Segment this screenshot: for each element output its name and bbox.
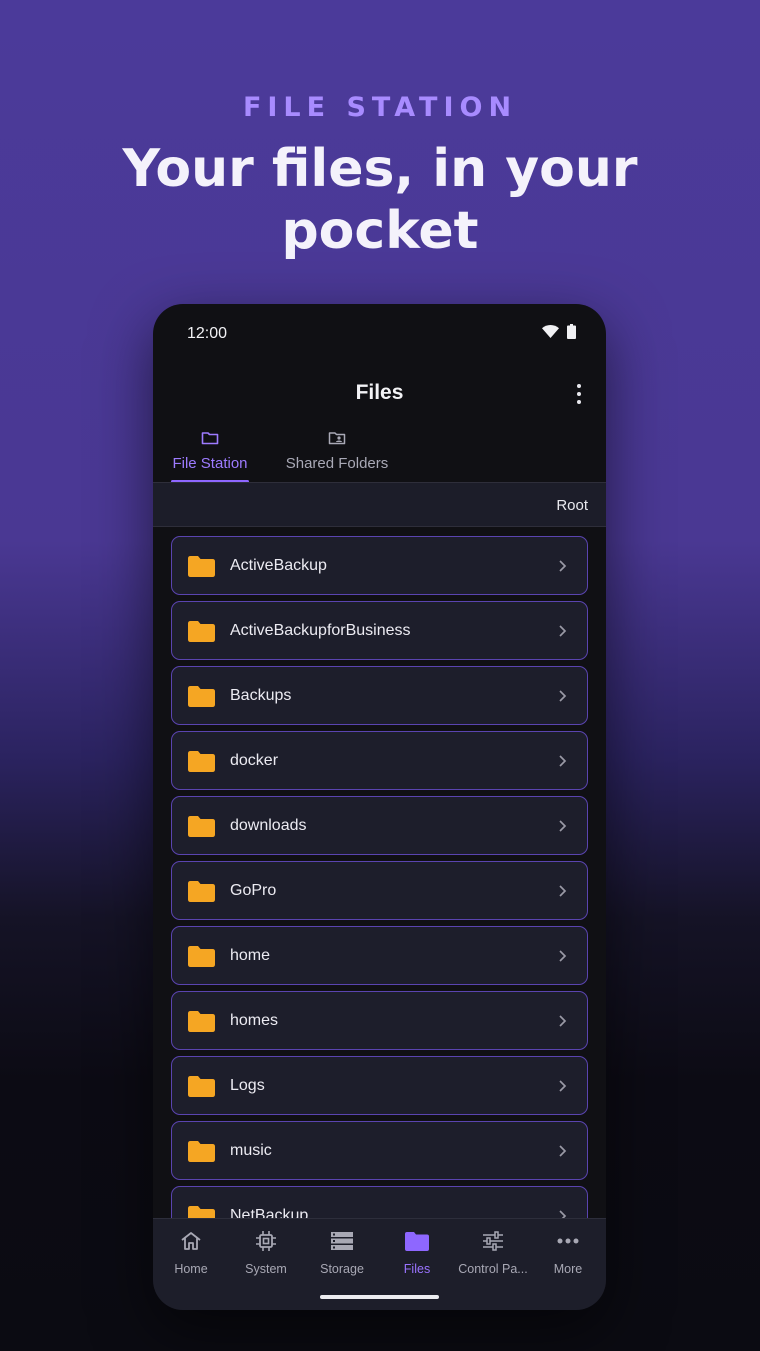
nav-storage[interactable]: Storage (304, 1229, 380, 1276)
folder-list: ActiveBackup ActiveBackupforBusiness Bac… (171, 536, 588, 1219)
list-item[interactable]: homes (171, 991, 588, 1050)
nav-files[interactable]: Files (379, 1229, 455, 1276)
list-item[interactable]: music (171, 1121, 588, 1180)
status-icons (542, 324, 576, 344)
folder-icon (188, 686, 215, 707)
tab-file-station[interactable]: File Station (171, 428, 249, 483)
list-item[interactable]: home (171, 926, 588, 985)
app-bar: Files (153, 372, 606, 418)
folder-icon (188, 946, 215, 967)
folder-name: music (230, 1142, 272, 1159)
chevron-right-icon (559, 885, 567, 897)
shared-folder-icon (281, 428, 393, 448)
folder-name: Backups (230, 687, 292, 704)
chevron-right-icon (559, 820, 567, 832)
folder-name: homes (230, 1012, 279, 1029)
folder-name: ActiveBackupforBusiness (230, 622, 411, 639)
nav-label: System (245, 1262, 287, 1276)
tab-shared-folders[interactable]: Shared Folders (281, 428, 393, 483)
folder-name: GoPro (230, 882, 277, 899)
chevron-right-icon (559, 1015, 567, 1027)
folder-outline-icon (171, 428, 249, 448)
nav-label: Control Pa... (458, 1262, 528, 1276)
status-time: 12:00 (187, 325, 228, 342)
folder-icon (188, 556, 215, 577)
list-item[interactable]: ActiveBackup (171, 536, 588, 595)
nav-label: Files (403, 1262, 431, 1276)
nav-home[interactable]: Home (153, 1229, 229, 1276)
folder-icon (188, 621, 215, 642)
hero-kicker: FILE STATION (242, 92, 518, 123)
list-item[interactable]: GoPro (171, 861, 588, 920)
folder-icon (188, 1011, 215, 1032)
nav-control-panel[interactable]: Control Pa... (455, 1229, 531, 1276)
wifi-icon (542, 325, 559, 343)
battery-icon (567, 324, 576, 344)
chevron-right-icon (559, 560, 567, 572)
folder-icon (188, 881, 215, 902)
home-indicator[interactable] (320, 1295, 439, 1299)
chevron-right-icon (559, 755, 567, 767)
chevron-right-icon (559, 1080, 567, 1092)
folder-icon (379, 1229, 455, 1253)
chevron-right-icon (559, 1145, 567, 1157)
nav-label: Home (174, 1262, 208, 1276)
list-item[interactable]: NetBackup (171, 1186, 588, 1219)
more-horiz-icon (530, 1229, 606, 1253)
hero-title: Your files, in your pocket (122, 139, 638, 261)
chevron-right-icon (559, 950, 567, 962)
tab-label: File Station (172, 455, 248, 472)
nav-system[interactable]: System (228, 1229, 304, 1276)
more-vert-icon[interactable] (572, 382, 586, 406)
nav-label: More (553, 1262, 583, 1276)
breadcrumb-root[interactable]: Root (556, 497, 588, 514)
chevron-right-icon (559, 690, 567, 702)
tab-bar: File Station Shared Folders (153, 428, 606, 483)
tab-label: Shared Folders (285, 455, 389, 472)
list-item[interactable]: downloads (171, 796, 588, 855)
folder-icon (188, 1141, 215, 1162)
nav-more[interactable]: More (530, 1229, 606, 1276)
folder-name: downloads (230, 817, 307, 834)
storage-icon (304, 1229, 380, 1253)
phone-frame: 12:00 Files File Station Shared Folders (153, 304, 606, 1310)
folder-name: home (230, 947, 271, 964)
nav-label: Storage (320, 1262, 364, 1276)
page-title: Files (355, 381, 404, 404)
folder-icon (188, 1076, 215, 1097)
chip-icon (228, 1229, 304, 1253)
folder-name: docker (230, 752, 279, 769)
list-item[interactable]: Logs (171, 1056, 588, 1115)
list-item[interactable]: Backups (171, 666, 588, 725)
list-item[interactable]: docker (171, 731, 588, 790)
folder-name: Logs (230, 1077, 265, 1094)
breadcrumb: Root (153, 483, 606, 527)
folder-icon (188, 816, 215, 837)
status-bar: 12:00 (153, 304, 606, 364)
chevron-right-icon (559, 625, 567, 637)
sliders-icon (455, 1229, 531, 1253)
folder-name: ActiveBackup (230, 557, 327, 574)
list-item[interactable]: ActiveBackupforBusiness (171, 601, 588, 660)
folder-icon (188, 751, 215, 772)
home-icon (153, 1229, 229, 1253)
